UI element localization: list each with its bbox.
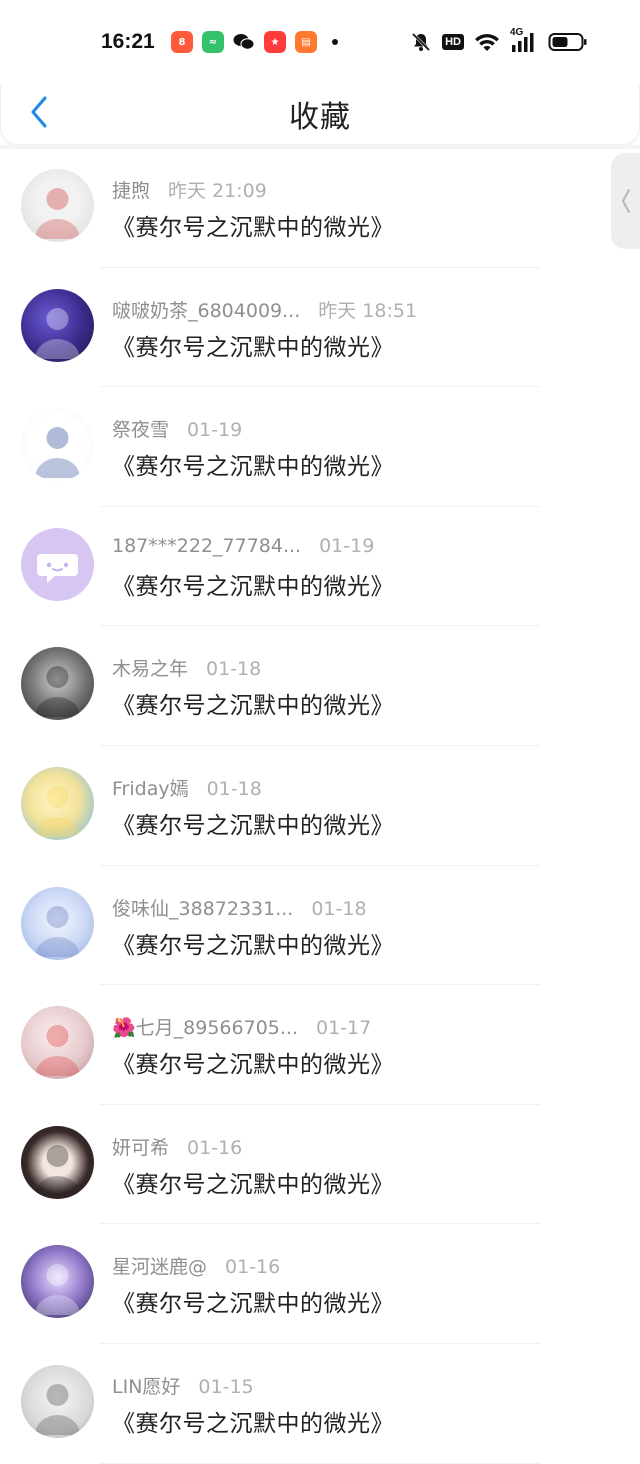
timestamp: 01-18: [206, 777, 262, 800]
avatar[interactable]: [21, 766, 94, 840]
avatar[interactable]: [21, 1364, 94, 1438]
favorite-list-item[interactable]: 187***222_77784... 01-19 《赛尔号之沉默中的微光》: [0, 507, 640, 627]
status-bar: 16:21 8 ≈ ★ ▤ HD 4G: [0, 0, 640, 84]
timestamp: 01-16: [187, 1136, 243, 1159]
book-title[interactable]: 《赛尔号之沉默中的微光》: [112, 1045, 394, 1079]
user-name[interactable]: 187***222_77784...: [112, 535, 301, 557]
side-drawer-handle[interactable]: [611, 153, 640, 249]
timestamp: 昨天 21:09: [168, 180, 267, 202]
user-name[interactable]: 🌺七月_89566705...: [112, 1017, 298, 1039]
mute-bell-icon: [410, 31, 432, 53]
cellular-signal-icon: 4G: [510, 27, 538, 53]
book-title[interactable]: 《赛尔号之沉默中的微光》: [112, 447, 394, 481]
favorite-list-item[interactable]: 俊味仙_38872331... 01-18 《赛尔号之沉默中的微光》: [0, 866, 640, 986]
favorite-list-item[interactable]: 捷煦 昨天 21:09 《赛尔号之沉默中的微光》: [0, 148, 640, 268]
timestamp: 昨天 18:51: [318, 299, 418, 322]
wifi-icon: [474, 32, 500, 52]
item-meta: LIN愿好 01-15: [112, 1372, 254, 1399]
book-title[interactable]: 《赛尔号之沉默中的微光》: [112, 328, 394, 362]
user-name[interactable]: LIN愿好: [112, 1376, 180, 1398]
item-meta: Friday嫣 01-18: [112, 774, 262, 801]
timestamp: 01-18: [311, 897, 367, 920]
user-name[interactable]: 捷煦: [112, 180, 150, 202]
avatar[interactable]: [21, 886, 94, 960]
user-name[interactable]: 妍可希: [112, 1137, 169, 1159]
favorite-list-item[interactable]: 木易之年 01-18 《赛尔号之沉默中的微光》: [0, 626, 640, 746]
item-meta: 捷煦 昨天 21:09: [112, 176, 267, 203]
timestamp: 01-17: [315, 1017, 372, 1040]
user-name[interactable]: 俊味仙_38872331...: [112, 898, 293, 920]
user-name[interactable]: 木易之年: [112, 658, 188, 680]
book-title[interactable]: 《赛尔号之沉默中的微光》: [112, 208, 394, 242]
favorite-list-item[interactable]: LIN愿好 01-15 《赛尔号之沉默中的微光》: [0, 1344, 640, 1464]
timestamp: 01-15: [198, 1375, 254, 1398]
favorite-list-item[interactable]: 🌺七月_89566705... 01-17 《赛尔号之沉默中的微光》: [0, 985, 640, 1105]
book-app-icon: ▤: [295, 31, 317, 53]
book-title[interactable]: 《赛尔号之沉默中的微光》: [112, 686, 394, 720]
item-meta: 啵啵奶茶_6804009... 昨天 18:51: [112, 296, 417, 323]
timestamp: 01-19: [319, 534, 375, 557]
item-meta: 🌺七月_89566705... 01-17: [112, 1013, 371, 1040]
wechat-icon: [233, 31, 255, 53]
clock: 16:21: [101, 30, 155, 53]
book-title[interactable]: 《赛尔号之沉默中的微光》: [112, 1165, 394, 1199]
network-type-label: 4G: [510, 27, 524, 38]
avatar[interactable]: [21, 527, 94, 601]
avatar[interactable]: [21, 647, 94, 721]
favorite-list-item[interactable]: 星河迷鹿@ 01-16 《赛尔号之沉默中的微光》: [0, 1224, 640, 1344]
avatar[interactable]: [21, 169, 94, 242]
hd-badge: HD: [442, 34, 464, 50]
user-name[interactable]: Friday嫣: [112, 778, 189, 800]
user-name[interactable]: 祭夜雪: [112, 419, 169, 441]
app-icon-2: ≈: [202, 31, 224, 53]
timestamp: 01-16: [225, 1256, 281, 1279]
item-meta: 星河迷鹿@ 01-16: [112, 1252, 280, 1279]
avatar[interactable]: [21, 1125, 94, 1199]
item-meta: 187***222_77784... 01-19: [112, 535, 374, 557]
user-name[interactable]: 星河迷鹿@: [112, 1256, 207, 1278]
item-meta: 俊味仙_38872331... 01-18: [112, 894, 367, 921]
book-title[interactable]: 《赛尔号之沉默中的微光》: [112, 567, 394, 601]
more-notifications-dot: [332, 39, 338, 45]
avatar[interactable]: [21, 408, 94, 482]
avatar[interactable]: [21, 288, 94, 362]
top-app-bar: 收藏: [0, 84, 640, 145]
chevron-left-icon: [621, 189, 630, 213]
item-meta: 妍可希 01-16: [112, 1133, 242, 1160]
item-meta: 祭夜雪 01-19: [112, 415, 242, 442]
favorites-list: 捷煦 昨天 21:09 《赛尔号之沉默中的微光》 啵啵奶茶_6804009... 昨天 …: [0, 148, 640, 1464]
user-name[interactable]: 啵啵奶茶_6804009...: [112, 300, 300, 322]
book-title[interactable]: 《赛尔号之沉默中的微光》: [112, 1404, 394, 1438]
battery-icon: [548, 31, 588, 53]
row-divider: [100, 1462, 540, 1464]
favorite-list-item[interactable]: 妍可希 01-16 《赛尔号之沉默中的微光》: [0, 1105, 640, 1225]
avatar[interactable]: [21, 1245, 94, 1319]
favorite-list-item[interactable]: 啵啵奶茶_6804009... 昨天 18:51 《赛尔号之沉默中的微光》: [0, 268, 640, 388]
app-icon-4: ★: [264, 31, 286, 53]
notification-app-icons: 8 ≈ ★ ▤: [171, 30, 338, 54]
item-meta: 木易之年 01-18: [112, 654, 261, 681]
book-title[interactable]: 《赛尔号之沉默中的微光》: [112, 806, 394, 840]
favorite-list-item[interactable]: 祭夜雪 01-19 《赛尔号之沉默中的微光》: [0, 387, 640, 507]
page-title: 收藏: [289, 100, 351, 135]
book-title[interactable]: 《赛尔号之沉默中的微光》: [112, 926, 394, 960]
timestamp: 01-19: [187, 419, 243, 442]
book-title[interactable]: 《赛尔号之沉默中的微光》: [112, 1284, 394, 1318]
favorite-list-item[interactable]: Friday嫣 01-18 《赛尔号之沉默中的微光》: [0, 746, 640, 866]
app-icon-1: 8: [171, 31, 193, 53]
system-icons: HD 4G: [410, 27, 588, 54]
avatar[interactable]: [21, 1006, 94, 1080]
timestamp: 01-18: [206, 658, 262, 681]
